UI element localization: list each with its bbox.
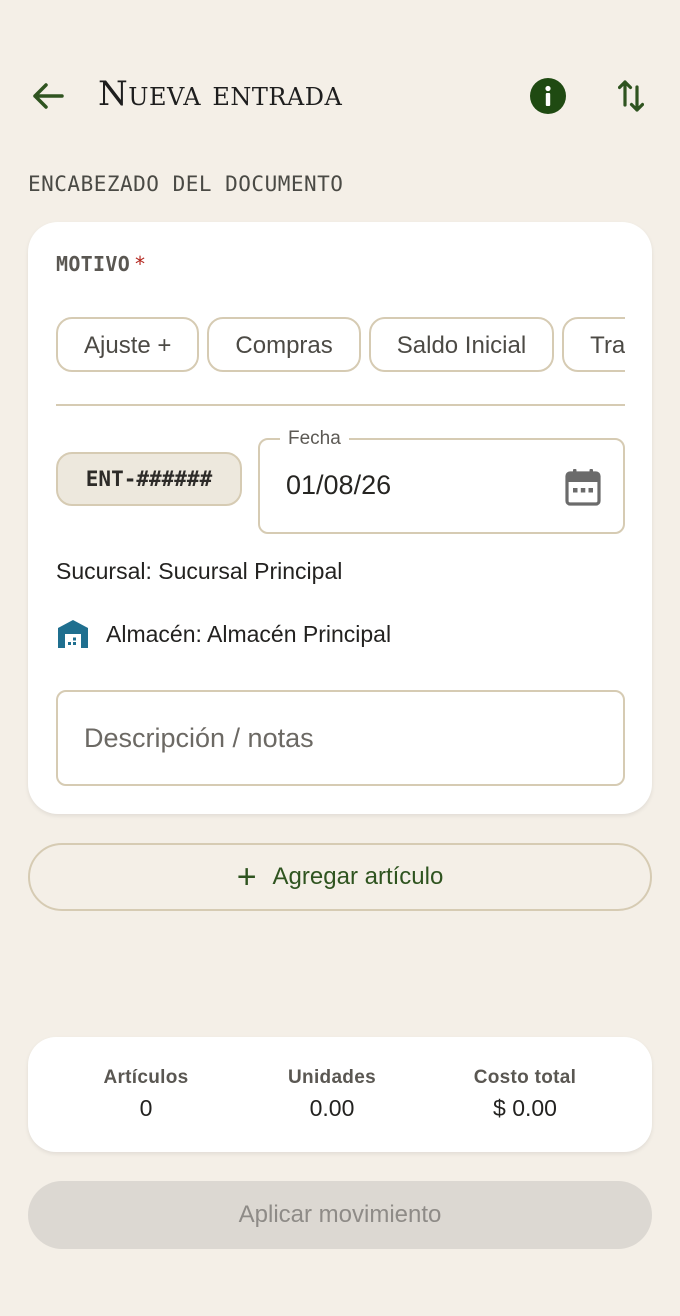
- arrow-back-icon: [33, 83, 64, 109]
- almacen-text: Almacén: Almacén Principal: [106, 620, 392, 647]
- divider: [56, 404, 625, 406]
- date-value: 01/08/26: [286, 470, 392, 500]
- items-value: 0: [139, 1095, 153, 1121]
- motivo-chip-group: Ajuste +ComprasSaldo InicialTraspaso: [56, 317, 625, 373]
- chip-traspaso[interactable]: Traspaso: [562, 317, 625, 372]
- calendar-icon[interactable]: [565, 468, 601, 506]
- date-label: Fecha: [280, 427, 349, 451]
- items-stat: Artículos 0: [56, 1067, 236, 1122]
- motivo-label-text: MOTIVO: [56, 252, 131, 276]
- add-item-button[interactable]: + Agregar artículo: [28, 843, 652, 911]
- cost-label: Costo total: [473, 1067, 577, 1088]
- cost-value: $ 0.00: [493, 1095, 557, 1121]
- add-item-label: Agregar artículo: [272, 863, 444, 890]
- required-mark: *: [134, 252, 147, 276]
- back-button[interactable]: [22, 72, 74, 120]
- info-icon: [530, 78, 566, 114]
- items-label: Artículos: [103, 1067, 189, 1088]
- warehouse-icon: [58, 620, 88, 648]
- page-title: Nueva entrada: [98, 74, 343, 114]
- sucursal-text: Sucursal: Sucursal Principal: [56, 558, 343, 584]
- units-value: 0.00: [309, 1095, 355, 1121]
- description-input[interactable]: [56, 690, 625, 786]
- units-label: Unidades: [288, 1067, 376, 1088]
- chip-ajuste[interactable]: Ajuste +: [56, 317, 200, 372]
- units-stat: Unidades 0.00: [242, 1067, 422, 1122]
- motivo-label: MOTIVO *: [56, 252, 146, 276]
- apply-movement-button[interactable]: Aplicar movimiento: [28, 1181, 652, 1249]
- info-button[interactable]: [524, 76, 572, 116]
- section-title: ENCABEZADO DEL DOCUMENTO: [28, 172, 344, 196]
- document-number-badge: ENT-######: [56, 452, 242, 506]
- cost-stat: Costo total $ 0.00: [435, 1067, 615, 1122]
- sort-button[interactable]: [608, 74, 654, 118]
- app-bar: Nueva entrada: [0, 60, 680, 132]
- plus-icon: +: [236, 858, 257, 896]
- summary-card: Artículos 0 Unidades 0.00 Costo total $ …: [28, 1037, 652, 1152]
- chip-saldo-inicial[interactable]: Saldo Inicial: [368, 317, 555, 372]
- chip-compras[interactable]: Compras: [207, 317, 361, 372]
- date-field[interactable]: Fecha 01/08/26: [258, 427, 625, 534]
- document-header-card: MOTIVO* Ajuste +ComprasSaldo InicialTras…: [28, 222, 652, 814]
- almacen-row: Almacén: Almacén Principal: [56, 618, 391, 650]
- swap-vertical-icon: [618, 80, 644, 112]
